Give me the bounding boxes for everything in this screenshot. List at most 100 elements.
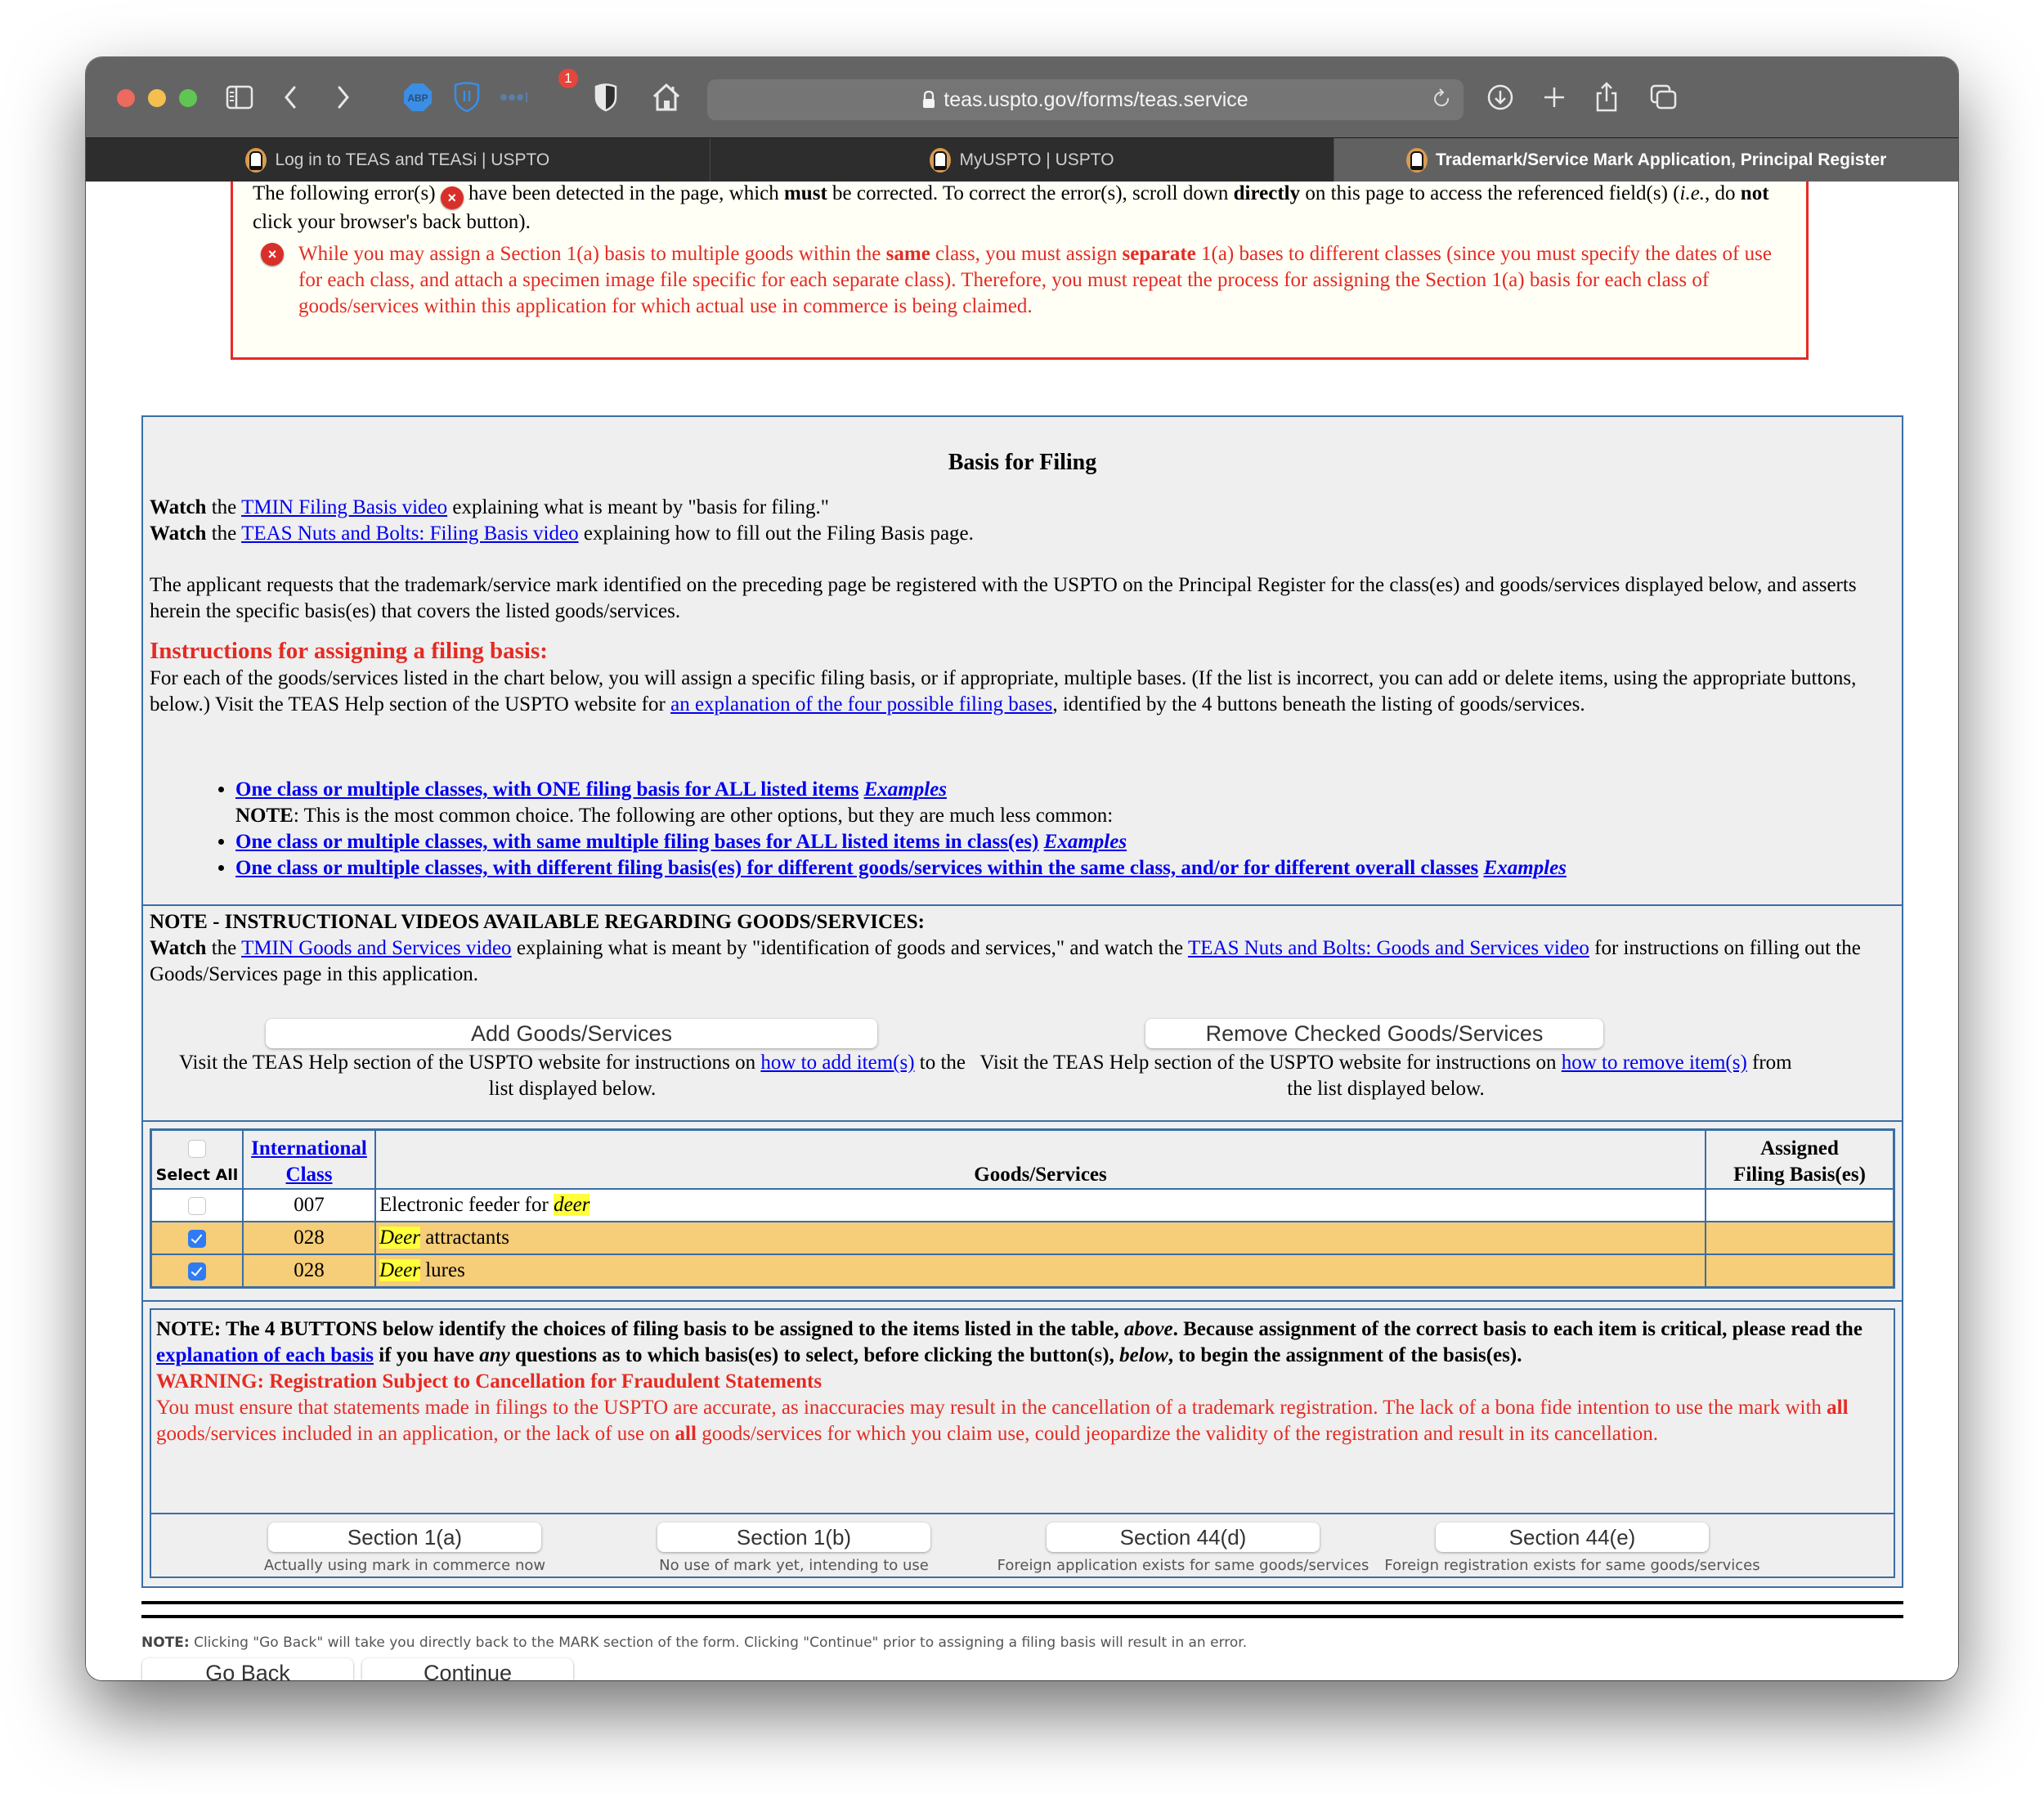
add-goods-services-button[interactable]: Add Goods/Services bbox=[266, 1019, 877, 1048]
goods-services-videos-section: NOTE - INSTRUCTIONAL VIDEOS AVAILABLE RE… bbox=[143, 904, 1902, 1122]
section-44d-caption: Foreign application exists for same good… bbox=[997, 1557, 1369, 1574]
filing-option-note: NOTE: This is the most common choice. Th… bbox=[235, 805, 1114, 827]
goods-cell: Electronic feeder for deer bbox=[374, 1188, 1706, 1222]
row-checkbox[interactable] bbox=[188, 1263, 206, 1281]
error-intro: The following error(s) × have been detec… bbox=[253, 182, 1769, 233]
tab-trademark-application[interactable]: Trademark/Service Mark Application, Prin… bbox=[1334, 138, 1958, 182]
row-checkbox[interactable] bbox=[188, 1230, 206, 1249]
how-to-remove-link[interactable]: how to remove item(s) bbox=[1562, 1052, 1747, 1074]
table-row: 028 Deer lures bbox=[150, 1254, 1895, 1289]
tmin-goods-services-video-link[interactable]: TMIN Goods and Services video bbox=[241, 937, 512, 959]
basis-for-filing-panel: Basis for Filing Watch the TMIN Filing B… bbox=[141, 415, 1903, 1588]
bitwarden-icon[interactable] bbox=[450, 78, 483, 116]
class-cell: 028 bbox=[242, 1221, 376, 1255]
tmin-filing-basis-video-link[interactable]: TMIN Filing Basis video bbox=[241, 496, 447, 518]
warning-heading: WARNING: Registration Subject to Cancell… bbox=[156, 1370, 823, 1393]
option-different-bases-link[interactable]: One class or multiple classes, with diff… bbox=[235, 857, 1478, 879]
basis-cell bbox=[1705, 1221, 1895, 1255]
table-row: 028 Deer attractants bbox=[150, 1221, 1895, 1255]
teas-goods-services-video-link[interactable]: TEAS Nuts and Bolts: Goods and Services … bbox=[1188, 937, 1589, 959]
section-44e-group: Section 44(e) Foreign registration exist… bbox=[1376, 1523, 1768, 1574]
section-1b-group: Section 1(b) No use of mark yet, intendi… bbox=[598, 1523, 990, 1574]
uspto-favicon-icon bbox=[245, 148, 267, 173]
section-44e-caption: Foreign registration exists for same goo… bbox=[1384, 1557, 1760, 1574]
how-to-add-link[interactable]: how to add item(s) bbox=[760, 1052, 914, 1074]
videos-heading: NOTE - INSTRUCTIONAL VIDEOS AVAILABLE RE… bbox=[150, 911, 925, 933]
class-cell: 028 bbox=[242, 1254, 376, 1289]
section-44d-group: Section 44(d) Foreign application exists… bbox=[987, 1523, 1379, 1574]
error-icon: × bbox=[261, 243, 284, 266]
tab-teas-login[interactable]: Log in to TEAS and TEASi | USPTO bbox=[86, 138, 710, 182]
examples-link[interactable]: Examples bbox=[864, 778, 947, 801]
examples-link[interactable]: Examples bbox=[1044, 831, 1127, 853]
examples-link[interactable]: Examples bbox=[1484, 857, 1567, 879]
page-content: The following error(s) × have been detec… bbox=[86, 182, 1958, 1680]
basis-intro-section: Basis for Filing Watch the TMIN Filing B… bbox=[143, 417, 1902, 906]
share-icon[interactable] bbox=[1592, 78, 1621, 116]
section-1b-button[interactable]: Section 1(b) bbox=[657, 1523, 930, 1552]
instructions-heading: Instructions for assigning a filing basi… bbox=[150, 638, 548, 664]
add-help-text: Visit the TEAS Help section of the USPTO… bbox=[178, 1052, 966, 1100]
international-class-header[interactable]: International Class bbox=[242, 1128, 376, 1190]
divider bbox=[141, 1615, 1903, 1618]
home-icon[interactable] bbox=[650, 78, 683, 116]
filing-basis-buttons-section: NOTE: The 4 BUTTONS below identify the c… bbox=[150, 1308, 1895, 1578]
table-row: 007 Electronic feeder for deer bbox=[150, 1188, 1895, 1222]
table-header-row: Select All International Class Goods/Ser… bbox=[150, 1128, 1895, 1190]
remove-help-text: Visit the TEAS Help section of the USPTO… bbox=[979, 1052, 1792, 1100]
new-tab-icon[interactable] bbox=[1540, 78, 1569, 116]
download-icon[interactable] bbox=[1484, 78, 1517, 116]
tab-myuspto[interactable]: MyUSPTO | USPTO bbox=[710, 138, 1335, 182]
goods-services-table-section: Select All International Class Goods/Ser… bbox=[143, 1120, 1902, 1302]
sidebar-icon[interactable] bbox=[223, 78, 256, 116]
go-back-button[interactable]: Go Back bbox=[142, 1658, 353, 1680]
basis-cell bbox=[1705, 1254, 1895, 1289]
buttons-note: NOTE: The 4 BUTTONS below identify the c… bbox=[156, 1318, 1862, 1445]
forward-icon[interactable] bbox=[331, 78, 356, 116]
section-1a-button[interactable]: Section 1(a) bbox=[268, 1523, 541, 1552]
section-1a-group: Section 1(a) Actually using mark in comm… bbox=[208, 1523, 601, 1574]
filing-options-list: One class or multiple classes, with ONE … bbox=[196, 777, 1871, 881]
close-window-button[interactable] bbox=[117, 89, 135, 107]
section-44e-button[interactable]: Section 44(e) bbox=[1436, 1523, 1709, 1552]
footer-note: NOTE: Clicking "Go Back" will take you d… bbox=[141, 1635, 1248, 1651]
remove-checked-goods-services-button[interactable]: Remove Checked Goods/Services bbox=[1145, 1019, 1603, 1048]
explanation-of-each-basis-link[interactable]: explanation of each basis bbox=[156, 1344, 374, 1366]
warning-text: You must ensure that statements made in … bbox=[156, 1397, 1849, 1445]
option-same-multiple-bases-link[interactable]: One class or multiple classes, with same… bbox=[235, 831, 1038, 853]
zoom-window-button[interactable] bbox=[179, 89, 197, 107]
filing-option: One class or multiple classes, with same… bbox=[235, 829, 1871, 855]
error-box: The following error(s) × have been detec… bbox=[231, 182, 1809, 360]
assigned-basis-header: Assigned Filing Basis(es) bbox=[1705, 1128, 1895, 1190]
tab-bar: Log in to TEAS and TEASi | USPTO MyUSPTO… bbox=[86, 137, 1958, 182]
class-cell: 007 bbox=[242, 1188, 376, 1222]
address-bar[interactable]: teas.uspto.gov/forms/teas.service bbox=[707, 79, 1464, 120]
filing-option: One class or multiple classes, with diff… bbox=[235, 855, 1871, 881]
section-44d-button[interactable]: Section 44(d) bbox=[1047, 1523, 1320, 1552]
tab-label: Log in to TEAS and TEASi | USPTO bbox=[275, 150, 550, 169]
row-checkbox[interactable] bbox=[188, 1197, 206, 1216]
select-all-checkbox[interactable] bbox=[188, 1140, 206, 1159]
adblock-plus-icon[interactable]: ABP bbox=[401, 78, 434, 116]
notification-badge: 1 bbox=[558, 69, 578, 88]
extension-dots-icon[interactable] bbox=[499, 78, 531, 116]
teas-filing-basis-video-link[interactable]: TEAS Nuts and Bolts: Filing Basis video bbox=[241, 523, 579, 545]
goods-services-header: Goods/Services bbox=[374, 1128, 1706, 1190]
four-bases-explanation-link[interactable]: an explanation of the four possible fili… bbox=[670, 693, 1052, 715]
privacy-shield-icon[interactable] bbox=[591, 78, 621, 116]
goods-cell: Deer lures bbox=[374, 1254, 1706, 1289]
lock-icon bbox=[922, 91, 935, 109]
option-one-basis-link[interactable]: One class or multiple classes, with ONE … bbox=[235, 778, 858, 801]
back-icon[interactable] bbox=[278, 78, 303, 116]
tab-label: Trademark/Service Mark Application, Prin… bbox=[1436, 150, 1887, 169]
divider bbox=[141, 1601, 1903, 1604]
uspto-favicon-icon bbox=[1406, 148, 1428, 173]
continue-button[interactable]: Continue bbox=[362, 1658, 573, 1680]
applicant-request-text: The applicant requests that the trademar… bbox=[150, 574, 1857, 622]
minimize-window-button[interactable] bbox=[148, 89, 166, 107]
filing-option: One class or multiple classes, with ONE … bbox=[235, 777, 1871, 803]
tab-overview-icon[interactable] bbox=[1647, 78, 1680, 116]
svg-text:ABP: ABP bbox=[407, 92, 428, 104]
reload-icon[interactable] bbox=[1432, 88, 1452, 117]
uspto-favicon-icon bbox=[930, 148, 952, 173]
